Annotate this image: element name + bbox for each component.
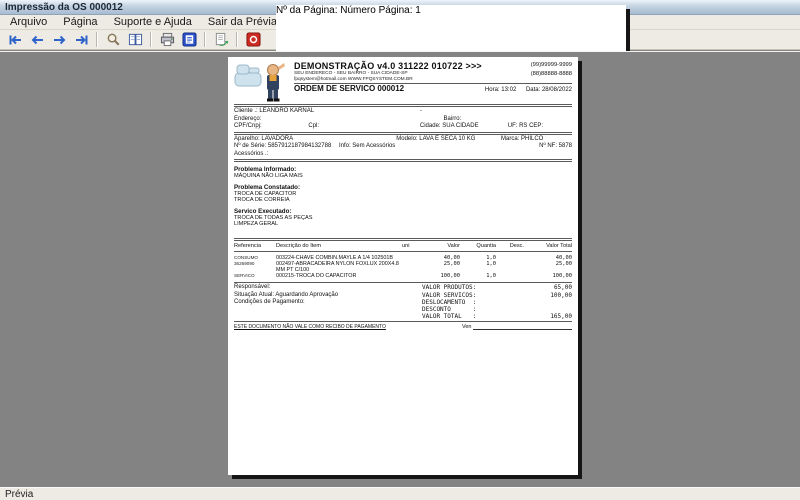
- client-uf-cep: UF: RS CEP:: [508, 123, 572, 131]
- toolbar-separator: [204, 32, 206, 47]
- last-page-button[interactable]: [70, 31, 92, 49]
- item-description: 002497-ABRACADEIRA NYLON FOXLUX 200X4.8 …: [276, 261, 400, 273]
- printer-icon: [160, 32, 175, 47]
- displacement-label: DESLOCAMENTO :: [422, 299, 530, 306]
- item-description: 000215-TROCA DO CAPACITOR: [276, 273, 400, 279]
- client-name: Cliente .: LEANDRO KARNAL: [234, 108, 314, 116]
- client-dash: -: [420, 108, 422, 116]
- col-quantia: Quantia: [462, 242, 496, 250]
- printer-setup-icon: [182, 32, 197, 47]
- client-cpf-label: CPF/Cnpj:: [234, 123, 308, 131]
- reported-problem-text: MÁQUINA NÃO LIGA MAIS: [234, 173, 572, 180]
- found-problem-label: Problema Constatado:: [234, 184, 572, 191]
- client-cpl-label: Cpl:: [308, 123, 420, 131]
- col-descricao: Descrição do Item: [276, 242, 400, 250]
- menu-arquivo[interactable]: Arquivo: [2, 15, 55, 29]
- service-done-text-2: LIMPEZA GERAL: [234, 221, 572, 228]
- col-valor-total: Valor Total: [526, 242, 572, 250]
- client-district-label: Bairro:: [444, 116, 462, 124]
- device-brand: Marca: PHILCO: [501, 136, 572, 144]
- first-page-icon: [8, 33, 23, 47]
- printer-setup-button[interactable]: [178, 31, 200, 49]
- table-row: 36269090 002497-ABRACADEIRA NYLON FOXLUX…: [234, 261, 572, 273]
- total-services-label: VALOR SERVICOS:: [422, 292, 530, 299]
- menu-pagina[interactable]: Página: [55, 15, 105, 29]
- toolbar-separator: [96, 32, 98, 47]
- total-products-value: 65,00: [530, 284, 572, 291]
- item-ref: 36269090: [234, 261, 274, 267]
- last-page-icon: [74, 33, 89, 47]
- two-page-view-button[interactable]: [124, 31, 146, 49]
- col-desc: Desc.: [498, 242, 524, 250]
- item-quantia: 1,0: [462, 273, 496, 279]
- grand-total-label: VALOR TOTAL :: [422, 313, 530, 320]
- disclaimer-text: ESTE DOCUMENTO NÃO VALE COMO RECIBO DE P…: [234, 324, 462, 331]
- item-valor: 25,00: [424, 261, 460, 267]
- service-done-label: Servico Executado:: [234, 208, 572, 215]
- close-preview-icon: [246, 32, 261, 47]
- window-title: Impressão da OS 000012: [5, 2, 123, 13]
- company-contact: fpqsystem@hotmail.com WWW.FPQSYSTEM.COM.…: [294, 77, 508, 83]
- payment-conditions-label: Condições de Pagamento:: [234, 299, 422, 307]
- menu-suporte-e-ajuda[interactable]: Suporte e Ajuda: [106, 15, 200, 29]
- client-city: Cidade: SUA CIDADE: [420, 123, 508, 131]
- order-date: Data: 28/08/2022: [526, 87, 572, 93]
- order-time: Hora: 13:02: [485, 87, 516, 93]
- total-services-value: 100,00: [530, 292, 572, 299]
- grand-total-value: 165,00: [530, 313, 572, 320]
- device-model: Modelo: LAVA E SECA 10 KG: [396, 136, 501, 144]
- preview-area[interactable]: DEMONSTRAÇÃO v4.0 311222 010722 >>> SEU …: [0, 51, 800, 487]
- device-info: Info: Sem Acessórios: [339, 143, 395, 149]
- device-accessories-label: Acessórios .:: [234, 151, 268, 159]
- item-ref: SERVICO: [234, 273, 274, 279]
- col-referencia: Referencia: [234, 242, 274, 250]
- totals-block: VALOR PRODUTOS:65,00 VALOR SERVICOS:100,…: [422, 284, 572, 320]
- order-title: ORDEM DE SERVICO 000012: [294, 85, 477, 92]
- discount-label: DESCONTO :: [422, 306, 530, 313]
- device-type: Aparelho: LAVADORA: [234, 136, 396, 144]
- close-preview-button[interactable]: [242, 31, 264, 49]
- signature-label: Ven: [462, 324, 471, 331]
- items-table-header: Referencia Descrição do Item uni Valor Q…: [234, 242, 572, 250]
- device-invoice-number: Nº NF: 5878: [539, 143, 572, 151]
- toolbar-separator: [150, 32, 152, 47]
- col-valor: Valor: [424, 242, 460, 250]
- next-page-button[interactable]: [48, 31, 70, 49]
- signature-line: [473, 329, 572, 330]
- displacement-value: [530, 299, 572, 306]
- item-total: 25,00: [526, 261, 572, 267]
- next-page-icon: [52, 33, 67, 47]
- document-page: DEMONSTRAÇÃO v4.0 311222 010722 >>> SEU …: [228, 57, 578, 475]
- company-logo: [234, 61, 290, 103]
- zoom-button[interactable]: [102, 31, 124, 49]
- company-name: DEMONSTRAÇÃO v4.0 311222 010722 >>>: [294, 61, 508, 71]
- previous-page-button[interactable]: [26, 31, 48, 49]
- discount-value: [530, 306, 572, 313]
- company-phone-1: (99)99999-9999: [508, 61, 572, 70]
- previous-page-icon: [30, 33, 45, 47]
- print-button[interactable]: [156, 31, 178, 49]
- total-products-label: VALOR PRODUTOS:: [422, 284, 530, 291]
- current-status: Situação Atual: Aguardando Aprovação: [234, 292, 422, 300]
- responsible-label: Responsável:: [234, 284, 422, 292]
- col-uni: uni: [402, 242, 422, 250]
- item-valor: 100,00: [424, 273, 460, 279]
- company-phone-2: (88)88888-8888: [508, 70, 572, 79]
- export-icon: [214, 32, 229, 47]
- status-text: Prévia: [5, 489, 33, 500]
- table-row: SERVICO 000215-TROCA DO CAPACITOR 100,00…: [234, 273, 572, 279]
- reported-problem-label: Problema Informado:: [234, 166, 572, 173]
- book-pages-icon: [128, 32, 143, 47]
- client-address-label: Endereço:: [234, 116, 261, 124]
- toolbar: Nº Zoom Nº da Página: Número Página: 1: [0, 30, 800, 50]
- first-page-button[interactable]: [4, 31, 26, 49]
- export-button[interactable]: [210, 31, 232, 49]
- item-total: 100,00: [526, 273, 572, 279]
- item-quantia: 1,0: [462, 261, 496, 267]
- status-bar: Prévia: [0, 487, 800, 500]
- found-problem-text-2: TROCA DE CORREIA: [234, 197, 572, 204]
- device-serial: Nº de Série: 5857912187984132788: [234, 143, 331, 149]
- toolbar-separator: [236, 32, 238, 47]
- magnifier-icon: [106, 32, 121, 47]
